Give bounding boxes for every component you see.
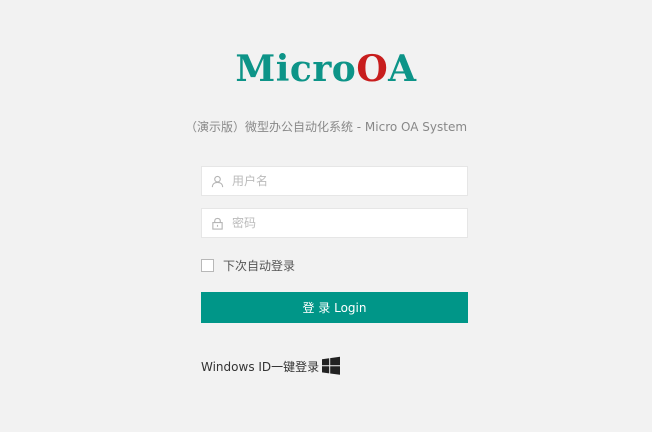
logo-text-micro: Micro: [235, 48, 357, 90]
password-input[interactable]: [232, 210, 462, 236]
windows-login-link[interactable]: Windows ID一键登录: [201, 356, 341, 376]
username-field[interactable]: [201, 166, 468, 196]
logo-text-o: O: [356, 48, 389, 90]
username-input[interactable]: [232, 168, 462, 194]
login-button[interactable]: 登 录 Login: [201, 292, 468, 323]
windows-login-label: Windows ID一键登录: [201, 359, 320, 374]
login-page: MicroOA （演示版）微型办公自动化系统 - Micro OA System…: [0, 0, 652, 432]
logo-text-a: A: [388, 48, 417, 90]
user-icon: [202, 167, 232, 195]
remember-me-checkbox[interactable]: 下次自动登录: [201, 257, 295, 274]
app-logo: MicroOA: [0, 48, 652, 90]
lock-icon: [202, 209, 232, 237]
checkbox-box[interactable]: [201, 259, 214, 272]
windows-icon[interactable]: [321, 356, 341, 376]
password-field[interactable]: [201, 208, 468, 238]
remember-me-label: 下次自动登录: [223, 259, 296, 273]
page-subtitle: （演示版）微型办公自动化系统 - Micro OA System: [184, 120, 468, 134]
